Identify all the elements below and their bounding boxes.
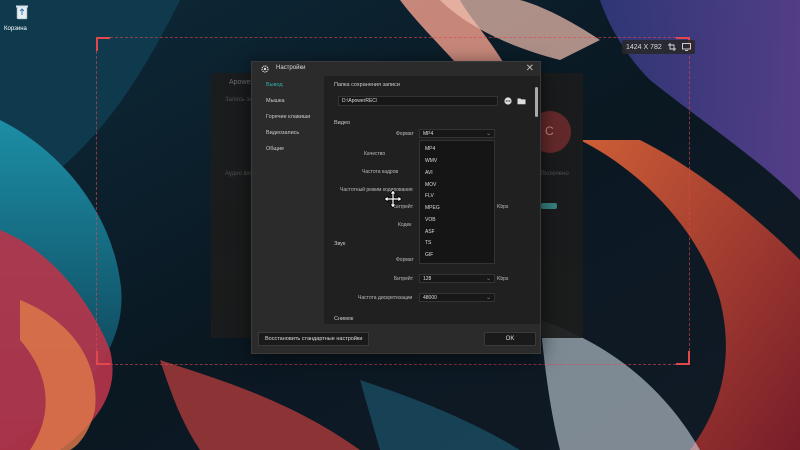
close-button[interactable]: ✕ xyxy=(526,63,534,75)
region-corner-bottom-left[interactable] xyxy=(96,351,110,365)
audio-bitrate-unit: Kbps xyxy=(497,276,509,282)
sidebar-item-general[interactable]: Общие xyxy=(266,146,284,152)
region-size-toolbar: 1424 X 782 xyxy=(622,40,695,54)
crop-icon[interactable] xyxy=(667,43,676,51)
format-option-mpeg[interactable]: MPEG xyxy=(425,205,440,211)
save-folder-input[interactable]: D:\ApowerREC\ xyxy=(338,96,498,106)
dialog-title: Настройки xyxy=(276,65,306,71)
video-format-value: MP4 xyxy=(423,131,434,137)
region-size-label: 1424 X 782 xyxy=(626,43,662,51)
recycle-bin-label: Корзина xyxy=(4,26,27,32)
move-cursor-icon xyxy=(384,190,402,208)
video-section-heading: Видео xyxy=(334,120,351,126)
audio-format-label: Формат xyxy=(396,257,414,263)
region-corner-top-left[interactable] xyxy=(96,37,110,51)
video-format-select[interactable]: MP4 ⌄ xyxy=(419,129,495,138)
audio-section-heading: Звук xyxy=(334,241,346,247)
format-option-gif[interactable]: GIF xyxy=(425,252,433,258)
audio-bitrate-value: 128 xyxy=(423,276,432,282)
region-edge-bottom[interactable] xyxy=(110,364,676,365)
chevron-down-icon: ⌄ xyxy=(485,295,491,301)
audio-bitrate-label: Битрейт xyxy=(394,276,414,282)
sidebar-item-output[interactable]: Вывод xyxy=(266,82,283,88)
dialog-titlebar[interactable]: Настройки ✕ xyxy=(252,62,540,76)
region-edge-top[interactable] xyxy=(110,37,676,38)
monitor-icon[interactable] xyxy=(681,43,691,51)
format-option-mov[interactable]: MOV xyxy=(425,182,436,188)
format-option-mp4[interactable]: MP4 xyxy=(425,146,435,152)
settings-sidebar: Вывод Мышка Горячие клавиши Видеозапись … xyxy=(252,76,324,324)
format-option-flv[interactable]: FLV xyxy=(425,193,434,199)
format-option-avi[interactable]: AVI xyxy=(425,170,433,176)
recycle-bin-shortcut[interactable]: Корзина xyxy=(4,2,40,32)
format-option-vob[interactable]: VOB xyxy=(425,217,436,223)
video-bitrate-unit: Kbps xyxy=(497,204,509,210)
open-folder-icon[interactable] xyxy=(517,97,526,105)
recycle-bin-icon xyxy=(16,5,28,20)
ok-button[interactable]: OK xyxy=(484,332,536,346)
dialog-footer: Восстановить стандартные настройки OK xyxy=(252,324,540,353)
video-fps-label: Частота кадров xyxy=(362,169,399,175)
audio-bitrate-select[interactable]: 128 ⌄ xyxy=(419,274,495,283)
save-folder-heading: Папка сохранения записи xyxy=(334,82,400,88)
region-edge-right[interactable] xyxy=(689,51,690,351)
format-option-wmv[interactable]: WMV xyxy=(425,158,437,164)
chevron-down-icon: ⌄ xyxy=(485,131,491,137)
region-corner-bottom-right[interactable] xyxy=(676,351,690,365)
sidebar-item-hotkeys[interactable]: Горячие клавиши xyxy=(266,114,310,120)
video-format-label: Формат xyxy=(396,131,414,137)
more-options-icon[interactable] xyxy=(504,97,512,105)
gear-icon xyxy=(261,65,269,73)
sidebar-item-video-recording[interactable]: Видеозапись xyxy=(266,130,299,136)
video-quality-label: Качество xyxy=(364,151,386,157)
settings-scrollbar[interactable] xyxy=(535,87,538,117)
region-edge-left[interactable] xyxy=(96,51,97,351)
chevron-down-icon: ⌄ xyxy=(485,276,491,282)
screenshot-section-heading: Снимок xyxy=(334,316,354,322)
audio-sample-rate-value: 48000 xyxy=(423,295,437,301)
sidebar-item-mouse[interactable]: Мышка xyxy=(266,98,285,104)
format-option-asf[interactable]: ASF xyxy=(425,229,435,235)
audio-sample-rate-label: Частота дискретизации xyxy=(358,295,413,301)
format-dropdown-list: MP4 WMV AVI MOV FLV MPEG VOB ASF TS GIF xyxy=(419,140,495,264)
format-option-ts[interactable]: TS xyxy=(425,240,431,246)
restore-defaults-button[interactable]: Восстановить стандартные настройки xyxy=(258,332,370,346)
video-codec-label: Кодек xyxy=(398,222,412,228)
audio-sample-rate-select[interactable]: 48000 ⌄ xyxy=(419,293,495,302)
